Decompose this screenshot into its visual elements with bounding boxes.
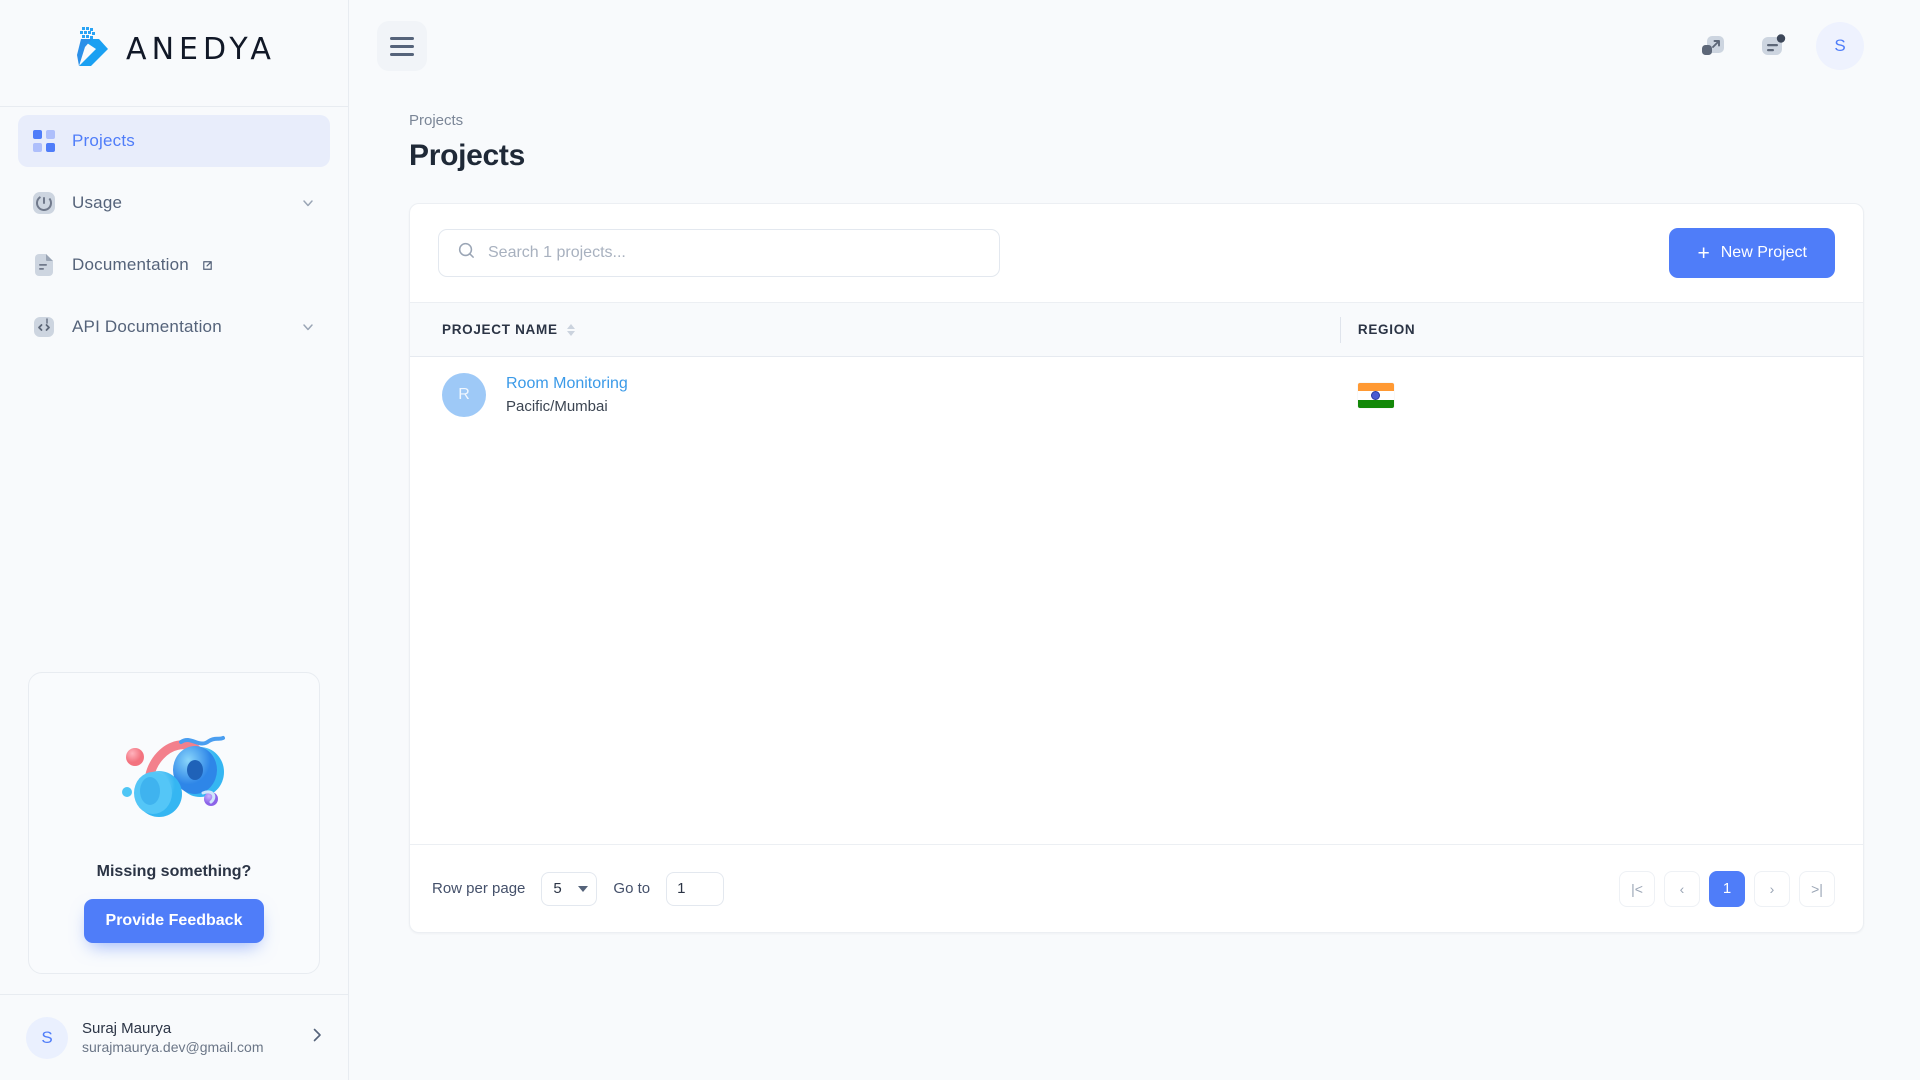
prev-page-button[interactable]: ‹	[1664, 870, 1700, 907]
card-toolbar: + New Project	[410, 204, 1863, 302]
hamburger-bar	[390, 44, 414, 48]
search-box[interactable]	[438, 229, 1000, 277]
avatar: S	[26, 1016, 68, 1059]
avatar: R	[442, 373, 486, 417]
sidebar-item-label: Projects	[72, 131, 136, 150]
page-1-button[interactable]: 1	[1709, 870, 1745, 907]
next-page-button[interactable]: ›	[1754, 870, 1790, 907]
search-input[interactable]	[488, 244, 981, 262]
project-name-link[interactable]: Room Monitoring	[506, 375, 628, 393]
rows-per-page-value: 5	[553, 880, 562, 897]
grid-icon	[32, 129, 56, 153]
page-title: Projects	[409, 139, 525, 172]
external-link-icon	[201, 259, 214, 272]
hamburger-bar	[390, 52, 414, 56]
first-page-button[interactable]: |<	[1619, 870, 1655, 907]
sidebar-item-documentation[interactable]: Documentation	[18, 239, 330, 291]
table-body: R Room Monitoring Pacific/Mumbai	[410, 357, 1863, 434]
feedback-title: Missing something?	[96, 863, 252, 880]
headphones-3d-illustration-icon	[49, 699, 299, 849]
page-header: Projects Projects	[349, 92, 1920, 173]
topbar-actions: S	[1696, 22, 1864, 70]
feedback-card: Missing something? Provide Feedback	[28, 672, 320, 974]
hamburger-menu-icon[interactable]	[377, 21, 427, 71]
rows-per-page-select[interactable]: 5	[541, 871, 598, 906]
document-icon	[32, 253, 56, 277]
projects-table: PROJECT NAME REGION R Room Monitoring Pa…	[410, 302, 1863, 433]
user-name: Suraj Maurya	[82, 1020, 172, 1037]
chevron-down-icon	[578, 885, 589, 892]
table-empty-space	[410, 433, 1863, 844]
table-footer: Row per page 5 Go to |< ‹ 1 › >|	[410, 844, 1863, 932]
topbar: S	[349, 0, 1920, 92]
last-page-button[interactable]: >|	[1799, 870, 1835, 907]
anedya-arrow-logo-icon	[72, 25, 118, 74]
external-link-icon[interactable]	[1696, 29, 1730, 63]
cell-region	[1340, 357, 1863, 434]
rows-per-page-label: Row per page	[432, 880, 526, 897]
user-profile-row[interactable]: S Suraj Maurya surajmaurya.dev@gmail.com	[0, 994, 348, 1080]
project-timezone: Pacific/Mumbai	[506, 398, 608, 415]
goto-page-input[interactable]	[666, 871, 725, 906]
table-head: PROJECT NAME REGION	[410, 302, 1863, 357]
hamburger-bar	[390, 36, 414, 40]
pagination: |< ‹ 1 › >|	[1619, 870, 1835, 907]
chevron-down-icon[interactable]	[300, 319, 316, 335]
sidebar-item-label: API Documentation	[72, 317, 222, 336]
brand-name: ANEDYA	[126, 31, 276, 67]
table-header-row: PROJECT NAME REGION	[410, 302, 1863, 357]
new-project-label: New Project	[1720, 244, 1807, 261]
sidebar-nav: Projects Usage Documentation API Documen…	[0, 107, 348, 363]
avatar[interactable]: S	[1816, 22, 1864, 70]
sort-updown-icon[interactable]	[566, 323, 575, 336]
chevron-down-icon[interactable]	[300, 195, 316, 211]
breadcrumb[interactable]: Projects	[409, 112, 1864, 129]
search-icon	[457, 241, 476, 265]
brand-logo[interactable]: ANEDYA	[0, 0, 348, 92]
sidebar-item-label: Documentation	[72, 255, 214, 275]
cell-project-name: R Room Monitoring Pacific/Mumbai	[410, 357, 1340, 434]
flag-band-white	[1357, 390, 1394, 400]
notifications-icon[interactable]	[1756, 29, 1790, 63]
sidebar-item-usage[interactable]: Usage	[18, 177, 330, 229]
flag-band-saffron	[1357, 382, 1394, 391]
main-content: S Projects Projects + New Project	[349, 0, 1920, 1080]
plus-icon: +	[1697, 241, 1710, 265]
column-label: PROJECT NAME	[442, 322, 558, 337]
column-header-project-name[interactable]: PROJECT NAME	[410, 303, 1340, 357]
sidebar: ANEDYA Projects Usage Documentation API …	[0, 0, 349, 1080]
gauge-icon	[32, 191, 56, 215]
goto-label: Go to	[613, 880, 651, 897]
projects-card: + New Project PROJECT NAME REGION	[409, 203, 1864, 933]
sidebar-item-api-documentation[interactable]: API Documentation	[18, 301, 330, 353]
label-text: Documentation	[72, 255, 189, 274]
new-project-button[interactable]: + New Project	[1669, 228, 1835, 278]
code-icon	[32, 315, 56, 339]
flag-band-green	[1357, 399, 1394, 408]
chevron-right-icon[interactable]	[308, 1026, 326, 1049]
sidebar-item-projects[interactable]: Projects	[18, 115, 330, 167]
sidebar-item-label: Usage	[72, 193, 123, 212]
provide-feedback-button[interactable]: Provide Feedback	[83, 899, 265, 943]
table-row[interactable]: R Room Monitoring Pacific/Mumbai	[410, 357, 1863, 434]
column-header-region: REGION	[1339, 303, 1863, 357]
india-flag-icon	[1357, 382, 1394, 408]
ashoka-chakra-icon	[1371, 390, 1381, 400]
user-email: surajmaurya.dev@gmail.com	[82, 1039, 264, 1055]
column-label: REGION	[1357, 322, 1416, 337]
